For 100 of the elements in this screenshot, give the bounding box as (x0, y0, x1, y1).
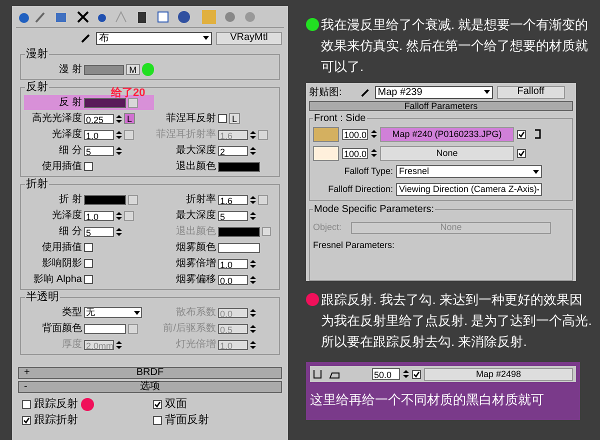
field-label: 折 射 (58, 192, 82, 207)
field-label: 漫 射 (58, 62, 82, 77)
number-field[interactable]: 1.0 (84, 210, 114, 220)
spinner-arrows-icon[interactable] (250, 340, 256, 350)
spinner-arrows-icon[interactable] (250, 146, 256, 156)
number-field[interactable]: 2 (218, 146, 248, 156)
field-label: 高光光泽度 (31, 112, 82, 126)
color-swatch[interactable] (84, 194, 126, 204)
material-type-button[interactable]: VRayMtl (216, 32, 282, 44)
option-label: 双面 (165, 396, 187, 412)
swap-icon[interactable] (533, 127, 543, 141)
lock-button[interactable]: L (124, 113, 136, 124)
option-dropdown[interactable]: Fresnel (396, 165, 542, 178)
number-field[interactable]: 1.6 (218, 194, 248, 204)
field-label: 光泽度 (51, 208, 82, 223)
checkbox[interactable] (22, 416, 31, 424)
number-field[interactable]: 0.0 (218, 274, 248, 284)
field-label: 类型 (61, 306, 82, 320)
field-label: 退出颜色 (175, 224, 216, 239)
option-label: 跟踪反射 (34, 396, 78, 412)
spinner-arrows-icon[interactable] (250, 258, 256, 268)
checkbox[interactable] (84, 162, 93, 171)
color-swatch[interactable] (84, 98, 126, 108)
color-swatch[interactable] (84, 64, 124, 74)
spinner-arrows-icon[interactable] (116, 146, 122, 156)
number-field[interactable]: 100.0 (342, 128, 368, 140)
field-label: Object: (313, 221, 343, 234)
check-icon (518, 150, 525, 156)
checkbox[interactable] (153, 416, 162, 424)
dropdown-arrow-icon (203, 36, 209, 40)
map-type-button[interactable]: Falloff (496, 86, 565, 98)
spinner-arrows-icon[interactable] (403, 369, 409, 379)
rollout-bar[interactable]: + BRDF (18, 367, 282, 379)
caption-text: 这里给再给一个不同材质的黑白材质就可 (310, 391, 545, 409)
field-label: 细 分 (58, 144, 82, 158)
color-swatch[interactable] (313, 126, 339, 142)
checkbox[interactable] (22, 400, 31, 408)
map-slot-button[interactable]: Map #240 (P0160233.JPG) (380, 126, 514, 142)
map-button[interactable]: M (126, 64, 140, 75)
color-swatch[interactable] (84, 324, 126, 334)
spinner-arrows-icon[interactable] (250, 308, 256, 318)
number-field[interactable]: 0.25 (84, 114, 114, 124)
checkbox[interactable] (517, 148, 526, 158)
spinner-arrows-icon[interactable] (116, 130, 122, 140)
color-swatch[interactable] (218, 242, 260, 252)
checkbox[interactable] (517, 130, 526, 138)
field-label: 影响 Alpha (32, 273, 82, 287)
dropdown-arrow-icon (484, 90, 490, 94)
check-icon (154, 400, 161, 408)
option-dropdown[interactable]: Viewing Direction (Camera Z-Axis) (396, 183, 542, 196)
checkbox[interactable] (412, 370, 421, 378)
eyedropper-icon[interactable] (80, 32, 92, 44)
checkbox[interactable] (218, 114, 227, 123)
field-label: 菲涅耳折射率 (155, 128, 216, 142)
group-title: 反射 (25, 81, 49, 93)
field-label: 菲涅耳反射 (165, 112, 216, 126)
field-label: 影响阴影 (41, 257, 82, 271)
spinner-arrows-icon[interactable] (116, 114, 122, 124)
number-field[interactable]: 5 (84, 226, 114, 236)
spinner-arrows-icon[interactable] (116, 340, 122, 350)
color-swatch[interactable] (218, 162, 260, 172)
rollout-bar[interactable]: Falloff Parameters (309, 101, 573, 111)
map-slot-button[interactable]: None (380, 146, 514, 160)
map-slot-button[interactable]: Map #2498 (424, 368, 573, 380)
field-label: 背面颜色 (41, 322, 82, 336)
spinner-arrows-icon[interactable] (250, 194, 256, 204)
spinner-arrows-icon[interactable] (371, 148, 377, 158)
field-label: Falloff Type: (343, 164, 393, 178)
checkbox[interactable] (84, 275, 93, 284)
spinner-arrows-icon[interactable] (250, 274, 256, 284)
field-label: 折射率 (185, 192, 216, 207)
spinner-arrows-icon[interactable] (371, 129, 377, 139)
spinner-arrows-icon[interactable] (116, 226, 122, 236)
spinner-arrows-icon[interactable] (116, 210, 122, 220)
field-label: 最大深度 (175, 144, 216, 158)
color-swatch[interactable] (313, 146, 339, 160)
map-name-dropdown[interactable]: Map #239 (374, 86, 493, 98)
field-label: 反 射 (58, 96, 82, 110)
type-dropdown[interactable]: 无 (84, 307, 142, 318)
material-name-dropdown[interactable]: 布 (96, 32, 212, 44)
number-field[interactable]: 5 (218, 210, 248, 220)
field-label: 退出颜色 (175, 160, 216, 174)
number-field[interactable]: 100.0 (342, 148, 368, 158)
checkbox[interactable] (84, 259, 93, 268)
group-title: Front : Side (313, 113, 367, 124)
lock-button[interactable]: L (229, 113, 240, 124)
spinner-arrows-icon[interactable] (250, 210, 256, 220)
spinner-arrows-icon[interactable] (250, 130, 256, 140)
checkbox[interactable] (84, 243, 93, 252)
number-field[interactable]: 5 (84, 146, 114, 156)
field-label: 烟雾倍增 (175, 256, 216, 271)
note-text: 跟踪反射. 我去了勾. 来达到一种更好的效果因为我在反射里给了点反射. 是为了达到一个高光. 所以要在跟踪反射去勾. 来消除反射. (321, 291, 593, 351)
number-field[interactable]: 1.0 (218, 258, 248, 268)
rollout-bar[interactable]: - 选项 (18, 381, 282, 393)
number-field[interactable]: 1.0 (84, 130, 114, 140)
number-field[interactable]: 50.0 (372, 368, 400, 380)
eyedropper-icon[interactable] (360, 86, 371, 98)
dropdown-arrow-icon (533, 170, 539, 174)
checkbox[interactable] (153, 400, 162, 408)
spinner-arrows-icon[interactable] (250, 324, 256, 334)
